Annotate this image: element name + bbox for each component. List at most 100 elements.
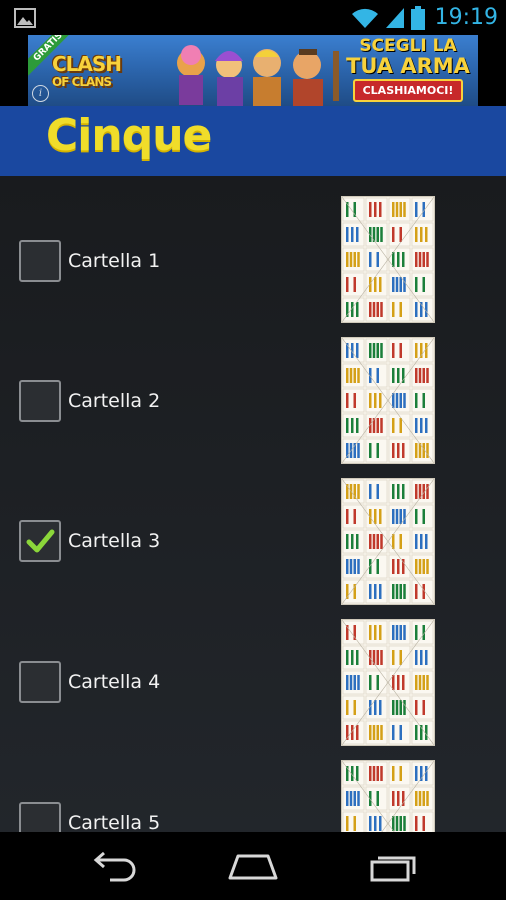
list-item-cartella-2[interactable]: Cartella 2 (0, 317, 506, 464)
list-item-cartella-3[interactable]: Cartella 3 (0, 458, 506, 605)
card-pip (399, 700, 402, 715)
card-pip (415, 534, 418, 549)
card-pip (369, 484, 372, 499)
card-pip (418, 791, 422, 806)
ad-creative[interactable]: GRATIS CLASH OF CLANS SCEGLI LA TUA ARMA… (28, 35, 478, 106)
card-pip (425, 343, 428, 358)
card-pip (425, 302, 428, 317)
back-icon[interactable] (88, 850, 138, 882)
card-pip (415, 509, 418, 524)
card-pip (369, 625, 372, 640)
card-pip (415, 766, 418, 781)
card-pip (353, 700, 356, 715)
card-pip (346, 675, 349, 690)
card-pip (374, 584, 377, 599)
card-pip (395, 202, 399, 217)
card-pip (376, 725, 379, 740)
card-pip (357, 368, 360, 383)
card-pip (415, 443, 418, 458)
card-pip (399, 766, 402, 781)
list-item-cartella-5[interactable]: Cartella 5 (0, 740, 506, 832)
ad-headline-line1: SCEGLI LA (359, 36, 457, 56)
card-pip (415, 393, 418, 408)
card-pip (395, 700, 399, 715)
card-pip (397, 443, 400, 458)
card-pip (422, 277, 425, 292)
list-item-label: Cartella 4 (68, 671, 161, 693)
card-pip (380, 227, 383, 242)
card-pip (346, 509, 349, 524)
card-pip (346, 816, 349, 831)
cartella-list[interactable]: Cartella 1 Cartella 2 Cartella 3 Cartell… (0, 176, 506, 832)
card-pip (376, 559, 379, 574)
card-thumbnail (341, 619, 435, 746)
checkbox[interactable] (19, 240, 61, 282)
card-pip (422, 700, 425, 715)
action-bar: Cinque (0, 106, 506, 176)
card-pip (415, 202, 418, 217)
checkbox-checked[interactable] (19, 520, 61, 562)
card-pip (392, 700, 395, 715)
card-pip (415, 252, 418, 267)
card-pip (380, 766, 383, 781)
card-pip (379, 202, 382, 217)
card-pip (426, 559, 429, 574)
card-pip (426, 791, 429, 806)
home-icon[interactable] (226, 850, 280, 882)
card-pip (420, 227, 423, 242)
ad-headline-line2: TUA ARMA (346, 54, 470, 78)
card-pip (399, 277, 402, 292)
card-pip (392, 534, 395, 549)
card-pip (392, 816, 395, 831)
card-pip (418, 252, 422, 267)
card-pip (349, 559, 353, 574)
card-pip (426, 675, 429, 690)
card-pip (353, 393, 356, 408)
card-pip (415, 343, 418, 358)
card-pip (369, 443, 372, 458)
card-pip (346, 791, 349, 806)
card-pip (379, 509, 382, 524)
card-pip (399, 509, 402, 524)
info-icon[interactable]: i (32, 85, 49, 102)
ad-cta-button[interactable]: CLASHIAMOCI! (352, 79, 464, 102)
recents-icon[interactable] (368, 850, 420, 882)
card-pip (346, 534, 349, 549)
card-pip (415, 484, 418, 499)
card-pip (399, 302, 402, 317)
card-pip (402, 443, 405, 458)
list-item-cartella-4[interactable]: Cartella 4 (0, 599, 506, 746)
card-pip (415, 700, 418, 715)
card-pip (374, 625, 377, 640)
card-pip (346, 559, 349, 574)
card-pip (346, 277, 349, 292)
card-pip (356, 534, 359, 549)
card-pip (369, 675, 372, 690)
card-pip (425, 650, 428, 665)
card-pip (415, 418, 418, 433)
card-pip (422, 509, 425, 524)
card-pip (372, 725, 376, 740)
checkbox[interactable] (19, 661, 61, 703)
card-pip (422, 252, 425, 267)
card-pip (376, 227, 379, 242)
checkbox[interactable] (19, 802, 61, 832)
card-pip (356, 418, 359, 433)
card-pip (392, 584, 395, 599)
card-pip (369, 816, 372, 831)
card-pip (403, 584, 406, 599)
wifi-icon (351, 8, 378, 28)
app-title: Cinque (46, 110, 212, 161)
card-pip (397, 791, 400, 806)
card-pip (346, 650, 349, 665)
card-pip (415, 277, 418, 292)
card-pip (399, 393, 402, 408)
list-item-cartella-1[interactable]: Cartella 1 (0, 176, 506, 323)
list-item-label: Cartella 2 (68, 390, 161, 412)
card-pip (353, 252, 356, 267)
checkbox[interactable] (19, 380, 61, 422)
card-pip (346, 227, 349, 242)
card-pip (415, 302, 418, 317)
ad-banner[interactable]: GRATIS CLASH OF CLANS SCEGLI LA TUA ARMA… (0, 35, 506, 106)
card-pip (380, 343, 383, 358)
